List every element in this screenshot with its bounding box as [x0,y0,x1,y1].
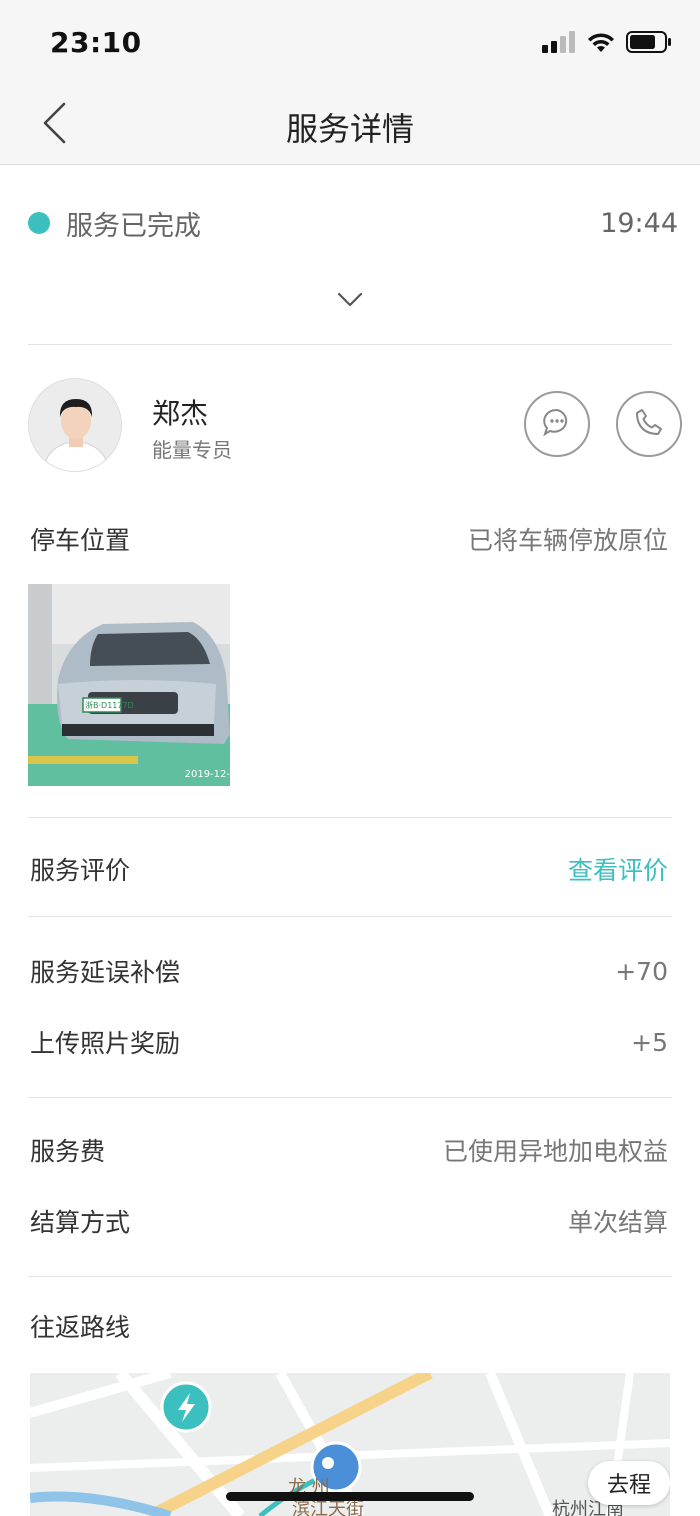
message-button[interactable] [524,391,590,457]
compensation-row: 服务延误补偿 +70 [30,951,668,991]
divider [28,344,672,345]
settlement-label: 结算方式 [30,1208,131,1237]
nav-bar: 服务详情 [0,88,700,165]
parking-photo[interactable]: 浙B·D1177D 2019-12- [28,584,230,786]
chat-bubble-icon [542,407,572,441]
rating-label: 服务评价 [30,856,131,885]
staff-name: 郑杰 [152,397,209,430]
status-icons [542,30,672,58]
settlement-value: 单次结算 [567,1208,668,1237]
rating-row: 服务评价 查看评价 [30,849,668,889]
battery-icon [626,30,672,58]
status-dot [28,212,50,234]
staff-row: 郑杰 能量专员 [28,378,682,472]
chevron-down-icon [337,292,363,312]
parking-location-label: 停车位置 [30,526,131,555]
service-status-text: 服务已完成 [66,210,201,242]
phone-icon [634,407,664,441]
divider [28,916,672,917]
expand-toggle[interactable] [330,284,370,320]
staff-role: 能量专员 [152,438,232,462]
parking-location-value: 已将车辆停放原位 [467,526,668,555]
parking-location-row: 停车位置 已将车辆停放原位 [30,519,668,559]
service-fee-row: 服务费 已使用异地加电权益 [30,1130,668,1170]
status-bar: 23:10 [0,0,700,88]
divider [28,1276,672,1277]
compensation-label: 服务延误补偿 [30,958,181,987]
photo-reward-row: 上传照片奖励 +5 [30,1022,668,1062]
settlement-row: 结算方式 单次结算 [30,1201,668,1241]
status-time: 23:10 [50,26,142,59]
avatar [28,378,122,472]
outbound-trip-toggle[interactable]: 去程 [588,1461,670,1505]
wifi-icon [586,31,616,57]
service-status-row: 服务已完成 19:44 [28,200,678,246]
divider [28,1097,672,1098]
photo-reward-value: +5 [631,1027,668,1057]
view-rating-link[interactable]: 查看评价 [568,851,668,887]
route-label: 往返路线 [30,1313,131,1342]
call-button[interactable] [616,391,682,457]
photo-reward-label: 上传照片奖励 [30,1029,181,1058]
photo-timestamp: 2019-12- [184,769,230,780]
route-row: 往返路线 [30,1306,668,1346]
service-fee-value: 已使用异地加电权益 [442,1137,668,1166]
home-indicator [226,1492,474,1501]
service-fee-label: 服务费 [30,1137,106,1166]
divider [28,817,672,818]
page-title: 服务详情 [285,110,414,148]
signal-icon [542,31,576,57]
service-status-time: 19:44 [600,207,678,239]
license-plate: 浙B·D1177D [85,700,134,710]
compensation-value: +70 [615,956,668,986]
